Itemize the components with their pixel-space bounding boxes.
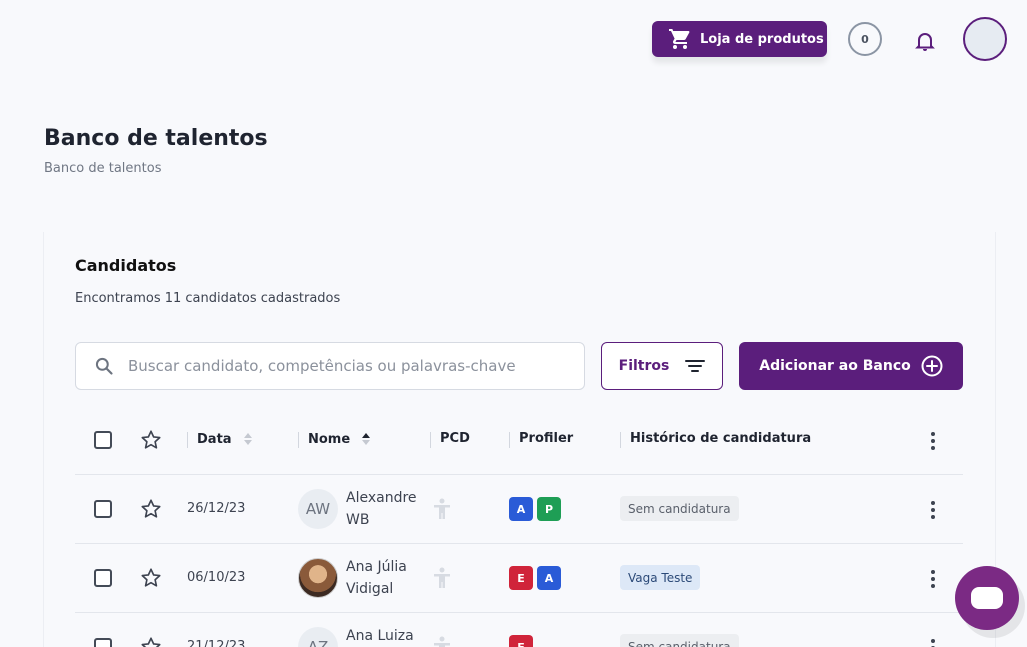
- row-date: 21/12/23: [187, 639, 246, 647]
- profiler-badge: A: [537, 566, 561, 590]
- favorite-star-icon[interactable]: [140, 498, 162, 520]
- page-title: Banco de talentos: [44, 126, 268, 151]
- column-date[interactable]: Data: [187, 431, 254, 448]
- column-divider: [187, 432, 188, 448]
- filters-label: Filtros: [618, 358, 670, 374]
- row-checkbox[interactable]: [94, 638, 112, 647]
- search-input[interactable]: [128, 357, 548, 375]
- candidate-photo: [298, 558, 338, 598]
- history-tag[interactable]: Vaga Teste: [620, 565, 701, 590]
- notification-bell-icon[interactable]: [913, 29, 937, 53]
- sort-icon: [243, 433, 252, 445]
- row-checkbox[interactable]: [94, 500, 112, 518]
- chat-bubble-icon: [971, 587, 1003, 609]
- favorite-star-icon[interactable]: [140, 567, 162, 589]
- column-divider: [620, 432, 621, 448]
- row-divider: [75, 474, 963, 475]
- accessibility-icon: [434, 498, 450, 519]
- history-tag: Sem candidatura: [620, 496, 739, 521]
- candidate-name[interactable]: Alexandre WB: [346, 487, 426, 531]
- table-options-icon[interactable]: [930, 432, 936, 450]
- breadcrumb[interactable]: Banco de talentos: [44, 161, 161, 176]
- chat-button[interactable]: [955, 566, 1019, 630]
- filter-lines-icon: [685, 360, 706, 372]
- column-pcd: PCD: [430, 431, 470, 448]
- product-store-button[interactable]: Loja de produtos: [652, 21, 827, 57]
- row-divider: [75, 612, 963, 613]
- row-options-icon[interactable]: [930, 639, 936, 647]
- candidate-name[interactable]: Ana Júlia Vidigal: [346, 556, 426, 600]
- candidate-name[interactable]: Ana Luiza: [346, 625, 426, 647]
- row-date: 06/10/23: [187, 570, 246, 585]
- profiler-badge: E: [509, 635, 533, 647]
- candidates-count: Encontramos 11 candidatos cadastrados: [75, 291, 341, 306]
- history-tag: Sem candidatura: [620, 634, 739, 647]
- accessibility-icon: [434, 636, 450, 647]
- add-label: Adicionar ao Banco: [759, 358, 911, 374]
- profiler-badge: A: [509, 497, 533, 521]
- candidates-title: Candidatos: [75, 256, 177, 275]
- column-history-label: Histórico de candidatura: [630, 431, 812, 446]
- column-divider: [509, 432, 510, 448]
- favorite-star-icon[interactable]: [140, 636, 162, 647]
- column-name[interactable]: Nome: [298, 431, 372, 448]
- candidate-avatar: AW: [298, 489, 338, 529]
- store-label: Loja de produtos: [700, 31, 824, 47]
- column-pcd-label: PCD: [440, 431, 470, 446]
- points-counter[interactable]: 0: [848, 22, 882, 56]
- column-date-label: Data: [197, 431, 232, 447]
- sort-asc-icon: [362, 433, 371, 445]
- add-to-bank-button[interactable]: Adicionar ao Banco: [739, 342, 963, 390]
- favorite-all-star-icon[interactable]: [140, 429, 162, 451]
- column-profiler: Profiler: [509, 431, 574, 448]
- cart-icon: [669, 29, 690, 49]
- select-all-checkbox[interactable]: [94, 431, 112, 449]
- row-date: 26/12/23: [187, 501, 246, 516]
- row-divider: [75, 543, 963, 544]
- profiler-badge: E: [509, 566, 533, 590]
- search-icon: [95, 357, 113, 375]
- row-options-icon[interactable]: [930, 501, 936, 519]
- column-divider: [430, 432, 431, 448]
- column-divider: [298, 432, 299, 448]
- plus-circle-icon: [921, 355, 943, 377]
- column-profiler-label: Profiler: [519, 431, 574, 446]
- user-avatar[interactable]: [963, 17, 1007, 61]
- column-name-label: Nome: [308, 431, 351, 447]
- row-checkbox[interactable]: [94, 569, 112, 587]
- column-history: Histórico de candidatura: [620, 431, 812, 448]
- accessibility-icon: [434, 567, 450, 588]
- search-box[interactable]: [75, 342, 585, 390]
- row-options-icon[interactable]: [930, 570, 936, 588]
- profiler-badge: P: [537, 497, 561, 521]
- filters-button[interactable]: Filtros: [601, 342, 723, 390]
